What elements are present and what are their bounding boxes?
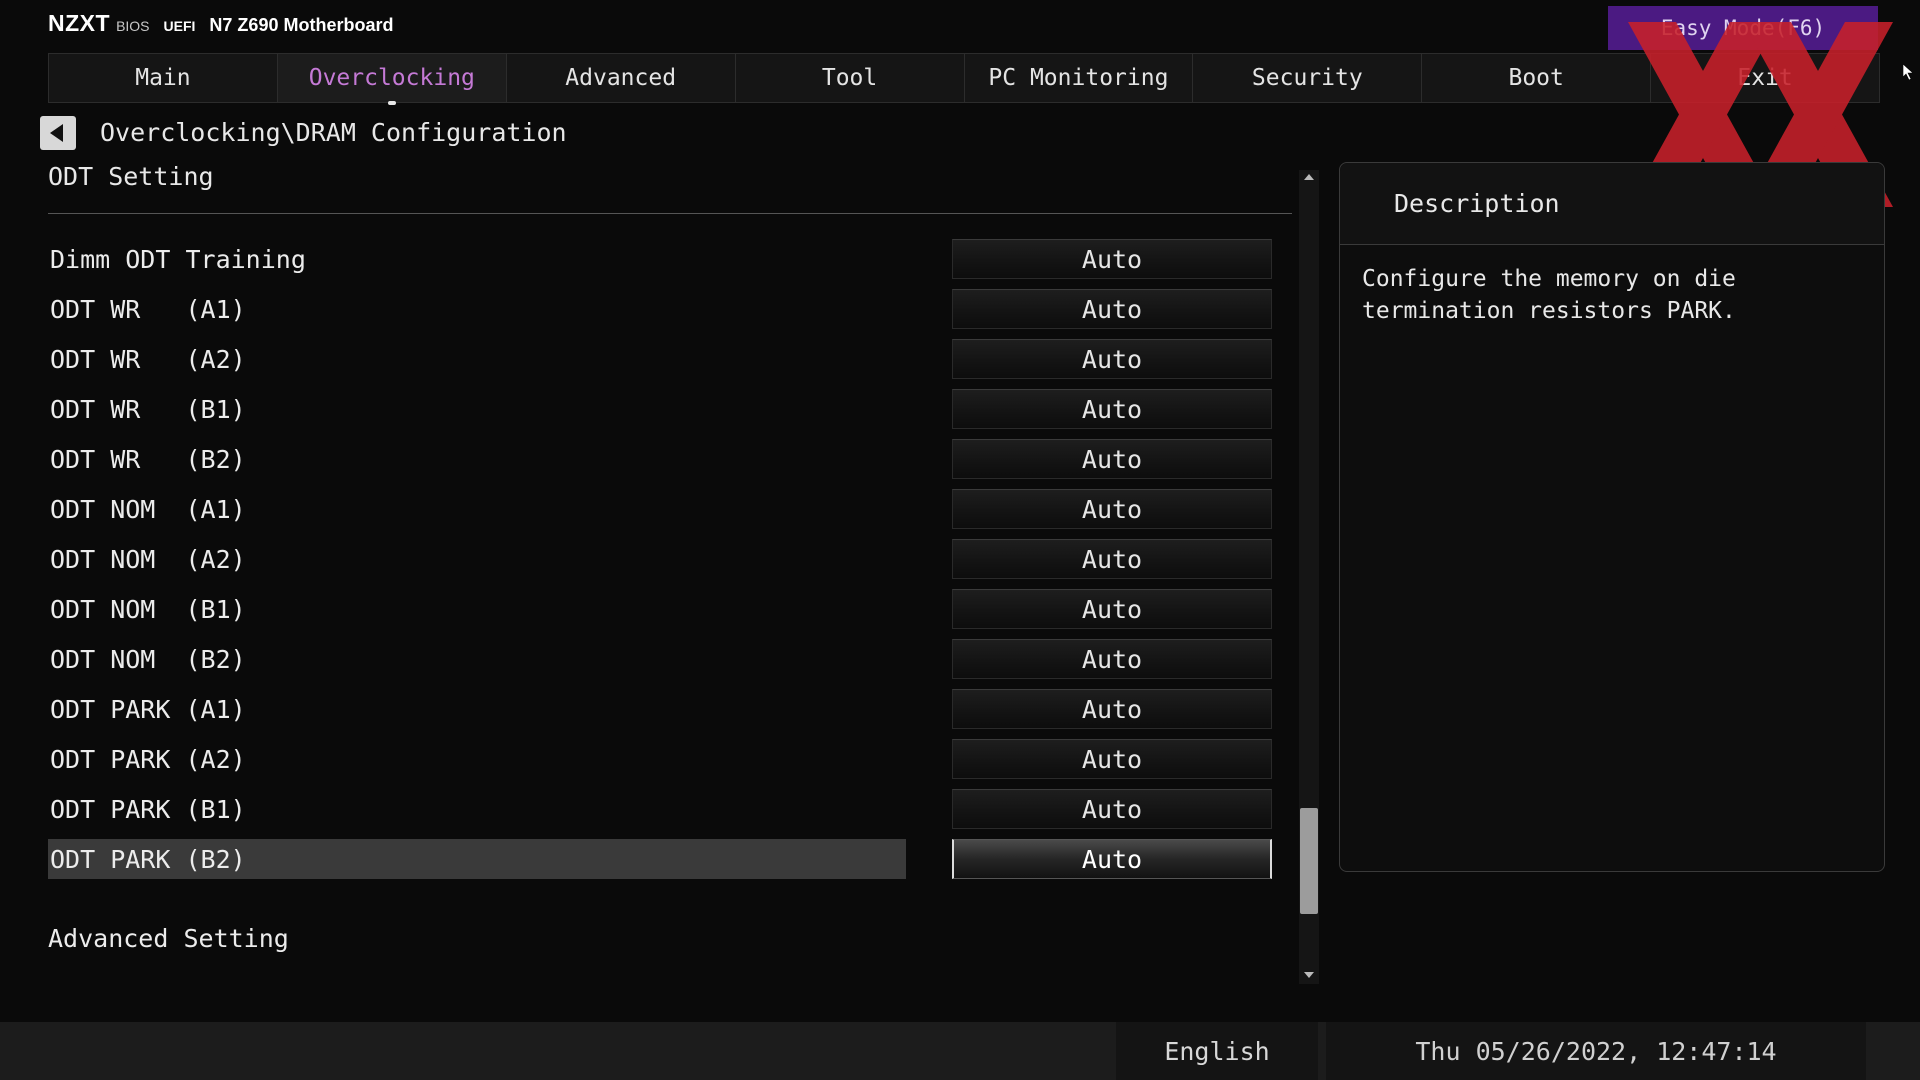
setting-value-select[interactable]: Auto <box>952 839 1272 879</box>
advanced-setting-link[interactable]: Advanced Setting <box>48 924 289 953</box>
tab-security[interactable]: Security <box>1193 54 1423 102</box>
back-button[interactable] <box>40 116 76 150</box>
setting-value-select[interactable]: Auto <box>952 339 1272 379</box>
setting-value-select[interactable]: Auto <box>952 739 1272 779</box>
section-title: ODT Setting <box>48 162 214 191</box>
back-arrow-icon <box>50 124 63 142</box>
setting-row-odt-wr-b1[interactable]: ODT WR (B1) Auto <box>48 384 1278 434</box>
setting-row-odt-nom-b2[interactable]: ODT NOM (B2) Auto <box>48 634 1278 684</box>
setting-value-select[interactable]: Auto <box>952 489 1272 529</box>
setting-value-select[interactable]: Auto <box>952 539 1272 579</box>
setting-value-select[interactable]: Auto <box>952 389 1272 429</box>
setting-value-select[interactable]: Auto <box>952 289 1272 329</box>
setting-label: ODT WR (B1) <box>50 394 246 424</box>
setting-row-odt-nom-a1[interactable]: ODT NOM (A1) Auto <box>48 484 1278 534</box>
setting-label: ODT WR (A1) <box>50 294 246 324</box>
motherboard-model: N7 Z690 Motherboard <box>209 15 394 35</box>
setting-label: ODT NOM (A2) <box>50 544 246 574</box>
setting-label: ODT PARK (B1) <box>50 794 246 824</box>
tab-exit[interactable]: Exit <box>1651 54 1879 102</box>
bios-label: BIOS <box>116 18 150 34</box>
language-selector[interactable]: English <box>1116 1022 1318 1080</box>
tab-overclocking[interactable]: Overclocking <box>277 54 507 105</box>
setting-label: ODT PARK (A2) <box>50 744 246 774</box>
scrollbar-thumb[interactable] <box>1300 808 1318 914</box>
setting-row-odt-park-b1[interactable]: ODT PARK (B1) Auto <box>48 784 1278 834</box>
setting-label: ODT NOM (B1) <box>50 594 246 624</box>
setting-row-odt-nom-a2[interactable]: ODT NOM (A2) Auto <box>48 534 1278 584</box>
setting-label: ODT PARK (B2) <box>48 839 906 879</box>
tab-boot[interactable]: Boot <box>1422 54 1652 102</box>
setting-row-odt-wr-a2[interactable]: ODT WR (A2) Auto <box>48 334 1278 384</box>
setting-label: ODT WR (B2) <box>50 444 246 474</box>
mouse-cursor-icon <box>1903 64 1913 80</box>
setting-value-select[interactable]: Auto <box>952 439 1272 479</box>
setting-row-odt-nom-b1[interactable]: ODT NOM (B1) Auto <box>48 584 1278 634</box>
main-tabs: Main Overclocking Advanced Tool PC Monit… <box>48 53 1880 105</box>
setting-label: ODT WR (A2) <box>50 344 246 374</box>
setting-label: ODT NOM (A1) <box>50 494 246 524</box>
system-datetime: Thu 05/26/2022, 12:47:14 <box>1318 1022 1866 1080</box>
section-divider <box>48 213 1292 214</box>
setting-row-dimm-odt-training[interactable]: Dimm ODT Training Auto <box>48 234 1278 284</box>
setting-value-select[interactable]: Auto <box>952 789 1272 829</box>
setting-row-odt-park-a2[interactable]: ODT PARK (A2) Auto <box>48 734 1278 784</box>
tab-advanced[interactable]: Advanced <box>507 54 736 102</box>
tab-tool[interactable]: Tool <box>736 54 965 102</box>
setting-label: ODT PARK (A1) <box>50 694 246 724</box>
setting-label: Dimm ODT Training <box>50 244 306 274</box>
nzxt-logo: NZXT <box>48 10 111 36</box>
setting-row-odt-park-b2[interactable]: ODT PARK (B2) Auto <box>48 834 1278 884</box>
bios-brand: NZXT BIOS UEFI N7 Z690 Motherboard <box>48 10 393 42</box>
setting-value-select[interactable]: Auto <box>952 589 1272 629</box>
setting-value-select[interactable]: Auto <box>952 639 1272 679</box>
tab-main[interactable]: Main <box>49 54 278 102</box>
tab-pc-monitoring[interactable]: PC Monitoring <box>965 54 1194 102</box>
scroll-down-arrow-icon[interactable] <box>1304 972 1314 978</box>
setting-row-odt-wr-a1[interactable]: ODT WR (A1) Auto <box>48 284 1278 334</box>
setting-row-odt-wr-b2[interactable]: ODT WR (B2) Auto <box>48 434 1278 484</box>
description-text: Configure the memory on die termination … <box>1362 266 1736 324</box>
description-panel: Description Configure the memory on die … <box>1339 162 1885 872</box>
setting-value-select[interactable]: Auto <box>952 689 1272 729</box>
setting-row-odt-park-a1[interactable]: ODT PARK (A1) Auto <box>48 684 1278 734</box>
uefi-label: UEFI <box>163 18 196 34</box>
easy-mode-button[interactable]: Easy Mode(F6) <box>1608 6 1878 50</box>
settings-list: Dimm ODT Training Auto ODT WR (A1) Auto … <box>48 234 1278 884</box>
setting-value-select[interactable]: Auto <box>952 239 1272 279</box>
description-title: Description <box>1340 163 1884 245</box>
scroll-up-arrow-icon[interactable] <box>1304 174 1314 180</box>
setting-label: ODT NOM (B2) <box>50 644 246 674</box>
breadcrumb: Overclocking\DRAM Configuration <box>100 118 567 147</box>
